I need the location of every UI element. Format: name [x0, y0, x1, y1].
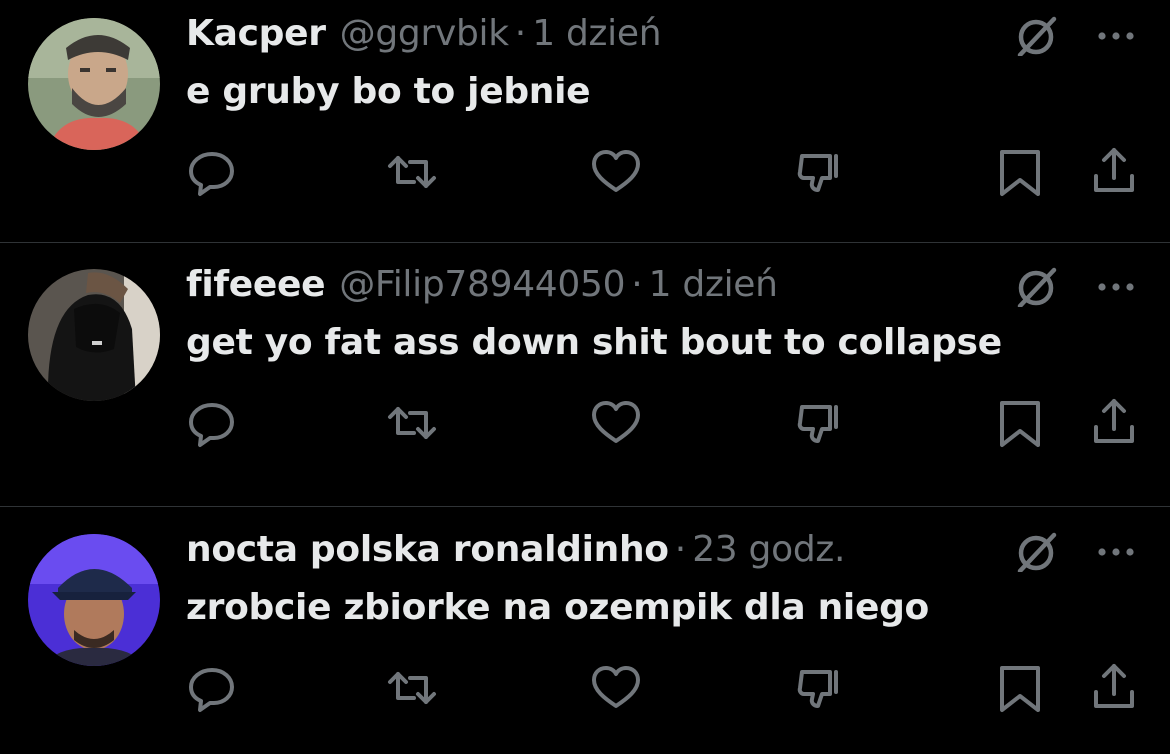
grok-icon[interactable]	[1010, 267, 1066, 307]
more-options-icon[interactable]	[1086, 16, 1142, 56]
timestamp[interactable]: 23 godz.	[692, 528, 845, 572]
display-name[interactable]: nocta polska ronaldinho	[186, 528, 669, 572]
bookmark-icon[interactable]	[992, 660, 1048, 716]
avatar-man-with-beard	[28, 18, 160, 150]
reply-icon[interactable]	[184, 144, 240, 200]
bookmark-icon[interactable]	[992, 144, 1048, 200]
timestamp[interactable]: 1 dzień	[532, 12, 661, 56]
avatar[interactable]	[28, 534, 160, 666]
reply-icon[interactable]	[184, 395, 240, 451]
separator-dot: ·	[631, 264, 643, 305]
retweet-icon[interactable]	[384, 395, 440, 451]
separator-dot: ·	[674, 529, 687, 570]
reply-text: zrobcie zbiorke na ozempik dla niego	[186, 587, 929, 628]
display-name[interactable]: fifeeee	[186, 263, 326, 307]
more-options-icon[interactable]	[1086, 532, 1142, 572]
avatar[interactable]	[28, 18, 160, 150]
reply-header: Kacper @ggrvbik · 1 dzień	[186, 12, 662, 56]
grok-icon[interactable]	[1010, 532, 1066, 572]
timestamp[interactable]: 1 dzień	[649, 263, 778, 307]
retweet-icon[interactable]	[384, 660, 440, 716]
reply-header: nocta polska ronaldinho · 23 godz.	[186, 528, 845, 572]
dislike-icon[interactable]	[792, 395, 848, 451]
divider	[0, 506, 1170, 507]
grok-icon[interactable]	[1010, 16, 1066, 56]
user-handle[interactable]: @Filip78944050	[339, 263, 625, 307]
reply-icon[interactable]	[184, 660, 240, 716]
share-icon[interactable]	[1086, 660, 1142, 716]
share-icon[interactable]	[1086, 395, 1142, 451]
more-options-icon[interactable]	[1086, 267, 1142, 307]
reply-item[interactable]: Kacper @ggrvbik · 1 dzień e gruby bo to …	[0, 0, 1170, 238]
heart-icon[interactable]	[588, 660, 644, 716]
share-icon[interactable]	[1086, 144, 1142, 200]
separator-dot: ·	[514, 13, 527, 54]
replies-feed: Kacper @ggrvbik · 1 dzień e gruby bo to …	[0, 0, 1170, 741]
dislike-icon[interactable]	[792, 660, 848, 716]
dislike-icon[interactable]	[792, 144, 848, 200]
avatar-person-in-hoodie	[28, 269, 160, 401]
avatar-man-in-cap	[28, 534, 160, 666]
reply-item[interactable]: nocta polska ronaldinho · 23 godz. zrobc…	[0, 510, 1170, 754]
retweet-icon[interactable]	[384, 144, 440, 200]
divider	[0, 242, 1170, 243]
bookmark-icon[interactable]	[992, 395, 1048, 451]
display-name[interactable]: Kacper	[186, 12, 326, 56]
user-handle[interactable]: @ggrvbik	[340, 12, 509, 56]
heart-icon[interactable]	[588, 395, 644, 451]
avatar[interactable]	[28, 269, 160, 401]
reply-header: fifeeee @Filip78944050 · 1 dzień	[186, 263, 778, 307]
reply-text: get yo fat ass down shit bout to collaps…	[186, 322, 1002, 363]
reply-item[interactable]: fifeeee @Filip78944050 · 1 dzień get yo …	[0, 245, 1170, 489]
reply-text: e gruby bo to jebnie	[186, 71, 591, 112]
heart-icon[interactable]	[588, 144, 644, 200]
